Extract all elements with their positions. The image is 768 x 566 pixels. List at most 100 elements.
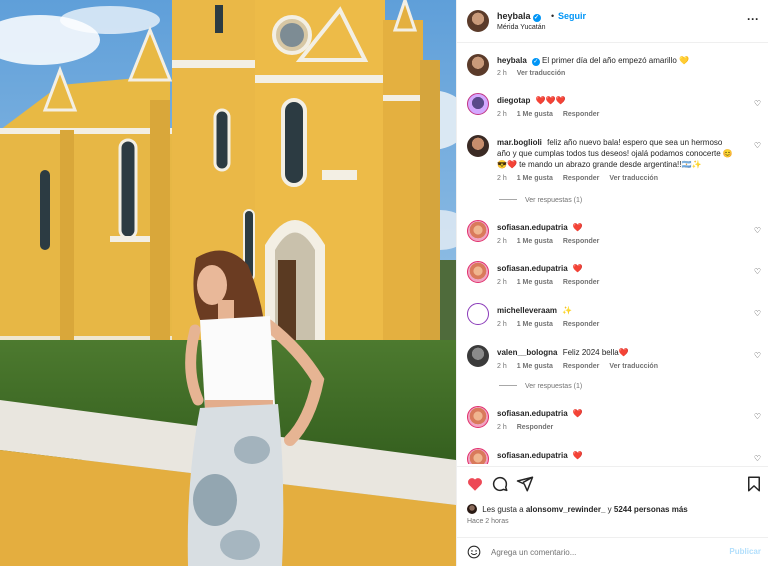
liker-avatar	[467, 504, 477, 514]
comment-username[interactable]: valen__bologna	[497, 348, 557, 357]
comments-list[interactable]: heybala ✓ El primer día del año empezó am…	[457, 44, 768, 464]
comment-time[interactable]: 2 h	[497, 363, 507, 370]
comment-time[interactable]: 2 h	[497, 279, 507, 286]
caption-username[interactable]: heybala	[497, 56, 527, 65]
comment-likes[interactable]: 1 Me gusta	[517, 363, 553, 370]
comment-text: ❤️	[572, 451, 583, 460]
comment-time[interactable]: 2 h	[497, 424, 507, 431]
verified-badge-icon: ✓	[532, 14, 541, 22]
comment-body: sofiasan.edupatria ❤️	[497, 408, 737, 419]
commenter-avatar[interactable]	[467, 220, 489, 242]
author-avatar[interactable]	[467, 10, 489, 32]
liker-username[interactable]: alonsomv_rewinder_	[526, 505, 606, 514]
caption-verified-badge-icon: ✓	[531, 58, 540, 66]
comment-like-icon[interactable]: ♡	[754, 412, 761, 421]
comment-body: sofiasan.edupatria ❤️	[497, 450, 737, 461]
header-separator: •	[551, 11, 555, 21]
comment-body: diegotap ❤️❤️❤️	[497, 95, 737, 106]
post-photo[interactable]	[0, 0, 456, 566]
comment-meta: 2 h 1 Me gusta Responder Ver traducción	[497, 363, 666, 370]
reply-button[interactable]: Responder	[563, 111, 600, 118]
comment-time[interactable]: 2 h	[497, 321, 507, 328]
comment-input[interactable]	[491, 544, 711, 560]
caption-time[interactable]: 2 h	[497, 70, 507, 77]
publish-button[interactable]: Publicar	[729, 547, 761, 556]
reply-button[interactable]: Responder	[563, 279, 600, 286]
post-location[interactable]: Mérida Yucatán	[497, 24, 546, 31]
reply-button[interactable]: Responder	[563, 175, 600, 182]
comment-username[interactable]: diegotap	[497, 96, 530, 105]
replies-divider	[499, 199, 517, 200]
comment-like-icon[interactable]: ♡	[754, 309, 761, 318]
comment-username[interactable]: sofiasan.edupatria	[497, 223, 568, 232]
comment-translate-link[interactable]: Ver traducción	[609, 363, 658, 370]
commenter-avatar[interactable]	[467, 345, 489, 367]
comment-meta: 2 h 1 Me gusta Responder	[497, 279, 607, 286]
add-comment-bar: Publicar	[457, 537, 768, 566]
caption-translate-link[interactable]: Ver traducción	[517, 70, 566, 77]
commenter-avatar[interactable]	[467, 303, 489, 325]
post-time[interactable]: Hace 2 horas	[467, 518, 509, 525]
comment-likes[interactable]: 1 Me gusta	[517, 279, 553, 286]
view-replies-label[interactable]: Ver respuestas (1)	[525, 197, 582, 204]
comment-meta: 2 h Responder	[497, 424, 561, 431]
comment-username[interactable]: sofiasan.edupatria	[497, 264, 568, 273]
comment-like-icon[interactable]: ♡	[754, 99, 761, 108]
post-actions: Les gusta a alonsomv_rewinder_ y 5244 pe…	[457, 466, 768, 536]
commenter-avatar[interactable]	[467, 261, 489, 283]
comment-like-icon[interactable]: ♡	[754, 351, 761, 360]
reply-button[interactable]: Responder	[563, 321, 600, 328]
caption-meta: 2 h Ver traducción	[497, 70, 573, 77]
share-icon[interactable]	[516, 475, 534, 493]
caption-author-avatar[interactable]	[467, 54, 489, 76]
post-side-panel: heybala ✓ • Seguir Mérida Yucatán ··· hey…	[456, 0, 768, 566]
author-username-text[interactable]: heybala	[497, 11, 531, 21]
likes-summary[interactable]: Les gusta a alonsomv_rewinder_ y 5244 pe…	[467, 504, 688, 514]
comment-likes[interactable]: 1 Me gusta	[517, 111, 553, 118]
comment-text: ❤️❤️❤️	[535, 96, 566, 105]
reply-button[interactable]: Responder	[563, 238, 600, 245]
commenter-avatar[interactable]	[467, 93, 489, 115]
commenter-avatar[interactable]	[467, 406, 489, 428]
church-photo-image	[0, 0, 456, 566]
post-header: heybala ✓ • Seguir Mérida Yucatán ···	[457, 0, 768, 43]
comment-like-icon[interactable]: ♡	[754, 267, 761, 276]
comment-time[interactable]: 2 h	[497, 175, 507, 182]
view-replies-button[interactable]: Ver respuestas (1)	[499, 383, 582, 390]
more-options-icon[interactable]: ···	[747, 12, 759, 26]
commenter-avatar[interactable]	[467, 448, 489, 464]
commenter-avatar[interactable]	[467, 135, 489, 157]
reply-button[interactable]: Responder	[563, 363, 600, 370]
likes-others[interactable]: 5244 personas más	[614, 505, 688, 514]
comment-text: ✨	[562, 306, 573, 315]
comment-translate-link[interactable]: Ver traducción	[609, 175, 658, 182]
author-username[interactable]: heybala ✓	[497, 11, 541, 22]
comment-text: ❤️	[572, 223, 583, 232]
comment-likes[interactable]: 1 Me gusta	[517, 321, 553, 328]
comment-like-icon[interactable]: ♡	[754, 141, 761, 150]
comment-like-icon[interactable]: ♡	[754, 454, 761, 463]
comment-likes[interactable]: 1 Me gusta	[517, 238, 553, 245]
bookmark-icon[interactable]	[745, 475, 763, 493]
comment-username[interactable]: mar.boglioli	[497, 138, 542, 147]
reply-button[interactable]: Responder	[517, 424, 554, 431]
comment-time[interactable]: 2 h	[497, 111, 507, 118]
comment-like-icon[interactable]: ♡	[754, 226, 761, 235]
comment-text: ❤️	[572, 409, 583, 418]
comment-icon[interactable]	[491, 475, 509, 493]
comment-username[interactable]: sofiasan.edupatria	[497, 451, 568, 460]
heart-filled-icon[interactable]	[466, 475, 484, 493]
comment-meta: 2 h 1 Me gusta Responder	[497, 238, 607, 245]
comment-username[interactable]: sofiasan.edupatria	[497, 409, 568, 418]
emoji-icon[interactable]	[467, 545, 481, 559]
comment-username[interactable]: michelleveraam	[497, 306, 557, 315]
comment-body: sofiasan.edupatria ❤️	[497, 263, 737, 274]
comment-text: ❤️	[572, 264, 583, 273]
view-replies-label[interactable]: Ver respuestas (1)	[525, 383, 582, 390]
replies-divider	[499, 385, 517, 386]
view-replies-button[interactable]: Ver respuestas (1)	[499, 197, 582, 204]
follow-button[interactable]: Seguir	[558, 11, 586, 21]
comment-time[interactable]: 2 h	[497, 238, 507, 245]
comment-likes[interactable]: 1 Me gusta	[517, 175, 553, 182]
caption-text: El primer día del año empezó amarillo 💛	[542, 56, 689, 65]
